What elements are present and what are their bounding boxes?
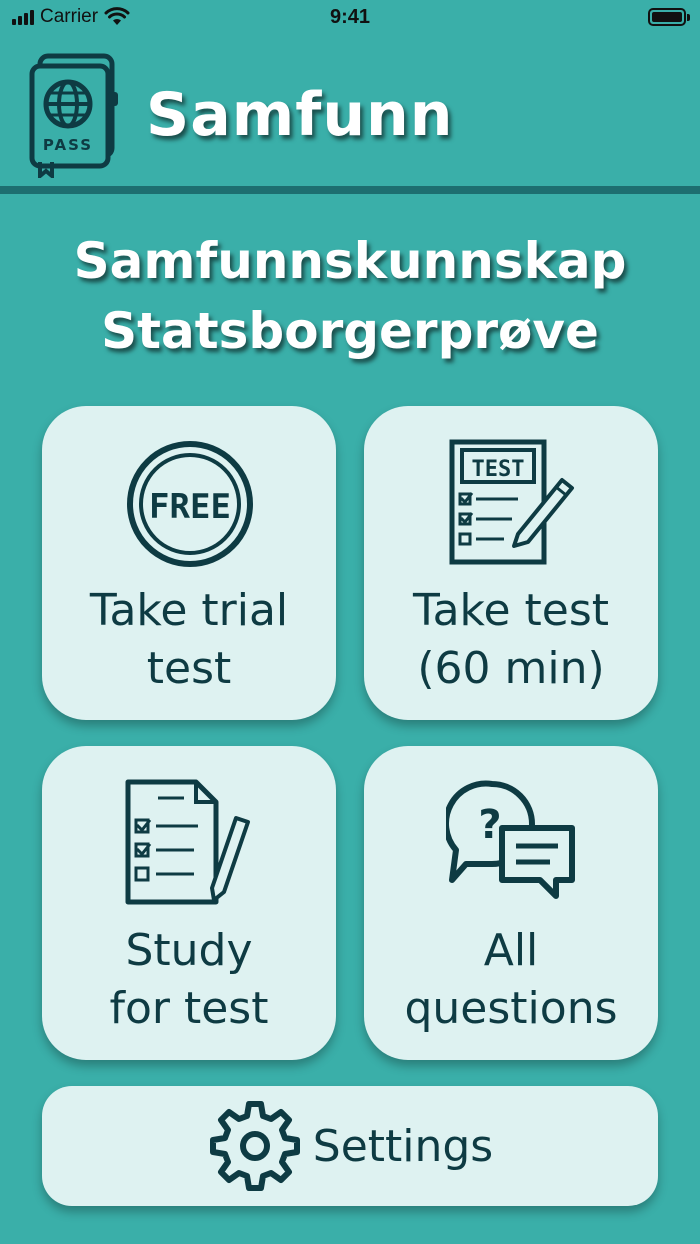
app-title: Samfunn [146, 80, 454, 150]
trial-label-line1: Take trial [89, 585, 289, 636]
settings-button[interactable]: Settings [42, 1086, 658, 1206]
battery-icon [648, 8, 690, 26]
trial-label-line2: test [146, 643, 232, 694]
question-chat-icon: ? [446, 780, 575, 899]
status-time: 9:41 [329, 6, 371, 28]
all-questions-button[interactable]: ? All questions [364, 746, 658, 1060]
free-badge-text: FREE [149, 487, 231, 527]
test-label-line1: Take test [412, 585, 610, 636]
take-test-button[interactable]: TEST Take test (60 min) [364, 406, 658, 720]
question-mark-text: ? [478, 802, 501, 848]
test-label-line2: (60 min) [417, 643, 605, 694]
study-for-test-button[interactable]: Study for test [42, 746, 336, 1060]
checklist-pencil-icon [125, 779, 250, 905]
all-label-line2: questions [404, 983, 618, 1034]
page-title-line1: Samfunnskunnskap [73, 232, 627, 290]
take-trial-test-button[interactable]: FREE Take trial test [42, 406, 336, 720]
app-header: PASS Samfunn [0, 38, 700, 186]
logo-text: PASS [43, 136, 93, 154]
test-sheet-text: TEST [472, 457, 525, 482]
all-label-line1: All [483, 925, 539, 976]
test-sheet-icon: TEST [449, 439, 574, 565]
status-bar: Carrier 9:41 [0, 0, 700, 38]
header-divider [0, 186, 700, 194]
study-label-line2: for test [109, 983, 269, 1034]
page-title: Samfunnskunnskap Statsborgerprøve [0, 226, 700, 366]
passport-icon: PASS [29, 53, 118, 178]
gear-icon [209, 1101, 300, 1191]
study-label-line1: Study [125, 925, 253, 976]
settings-label: Settings [312, 1120, 494, 1172]
free-badge-icon: FREE [127, 441, 253, 567]
page-title-line2: Statsborgerprøve [101, 302, 599, 360]
